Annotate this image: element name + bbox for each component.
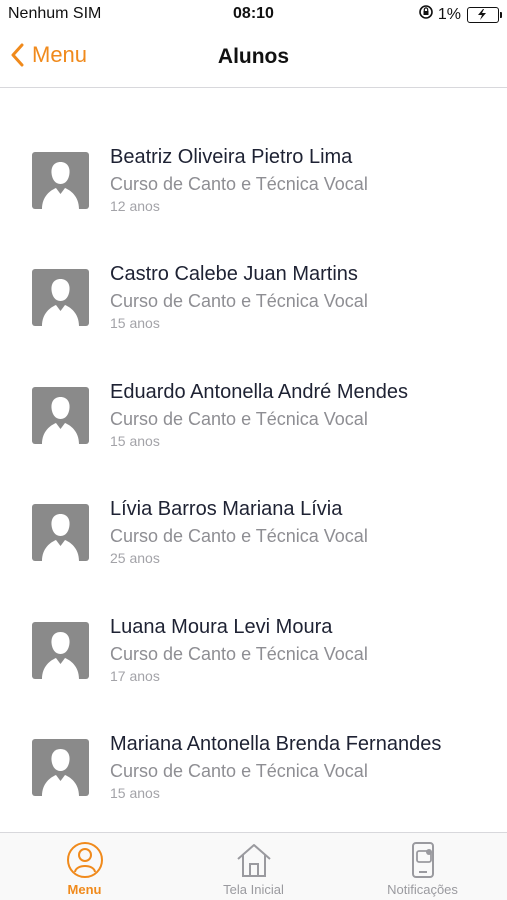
student-list-item[interactable]: Beatriz Oliveira Pietro Lima Curso de Can…	[0, 130, 507, 247]
student-age: 12 anos	[110, 198, 160, 214]
avatar-placeholder-icon	[32, 386, 89, 444]
student-name: Lívia Barros Mariana Lívia	[110, 498, 343, 521]
status-right: 1%	[418, 4, 502, 25]
student-age: 15 anos	[110, 315, 160, 332]
avatar-placeholder-icon	[32, 269, 89, 327]
avatar-placeholder-icon	[32, 738, 89, 796]
student-age: 15 anos	[110, 784, 160, 801]
home-icon	[234, 841, 274, 884]
page-title: Alunos	[217, 45, 290, 68]
avatar-placeholder-icon	[32, 152, 89, 209]
student-name: Castro Calebe Juan Martins	[110, 263, 358, 286]
avatar-placeholder-icon	[32, 504, 89, 562]
student-course: Curso de Canto e Técnica Vocal	[110, 526, 368, 547]
tab-notifications-label: Notificações	[387, 882, 458, 897]
student-name: Mariana Antonella Brenda Fernandes	[110, 732, 442, 755]
avatar-placeholder-icon	[32, 621, 89, 679]
student-list-item[interactable]: Lívia Barros Mariana Lívia Curso de Canto…	[0, 482, 507, 599]
student-list-item[interactable]: Castro Calebe Juan Martins Curso de Canto…	[0, 247, 507, 364]
screen: Nenhum SIM 08:10 1% Menu Alunos Beatriz …	[0, 0, 507, 900]
phone-notification-icon	[405, 841, 441, 884]
orientation-lock-icon	[418, 4, 434, 25]
student-list-item[interactable]: Luana Moura Levi Moura Curso de Canto e T…	[0, 600, 507, 717]
tab-home[interactable]: Tela Inicial	[169, 833, 338, 900]
student-name: Eduardo Antonella André Mendes	[110, 380, 408, 403]
battery-percent: 1%	[437, 5, 461, 23]
status-bar: Nenhum SIM 08:10 1%	[0, 0, 507, 30]
student-course: Curso de Canto e Técnica Vocal	[110, 760, 368, 781]
student-age: 17 anos	[110, 667, 160, 684]
battery-icon	[467, 6, 502, 23]
student-age: 25 anos	[110, 550, 160, 567]
student-list: Beatriz Oliveira Pietro Lima Curso de Can…	[0, 130, 507, 834]
student-course: Curso de Canto e Técnica Vocal	[110, 174, 368, 194]
student-list-item[interactable]: Eduardo Antonella André Mendes Curso de C…	[0, 365, 507, 482]
student-name: Luana Moura Levi Moura	[110, 615, 333, 638]
navigation-bar: Menu Alunos	[0, 30, 507, 88]
tab-home-label: Tela Inicial	[223, 882, 284, 897]
tab-bar: Menu Tela Inicial Notificações	[0, 832, 507, 900]
person-circle-icon	[66, 841, 104, 884]
tab-menu[interactable]: Menu	[0, 833, 169, 900]
tab-notifications[interactable]: Notificações	[338, 833, 507, 900]
student-age: 15 anos	[110, 432, 160, 449]
student-course: Curso de Canto e Técnica Vocal	[110, 643, 368, 664]
student-name: Beatriz Oliveira Pietro Lima	[110, 146, 353, 168]
student-course: Curso de Canto e Técnica Vocal	[110, 291, 368, 312]
student-list-item[interactable]: Mariana Antonella Brenda Fernandes Curso …	[0, 717, 507, 834]
tab-menu-label: Menu	[67, 882, 102, 897]
student-course: Curso de Canto e Técnica Vocal	[110, 408, 368, 429]
